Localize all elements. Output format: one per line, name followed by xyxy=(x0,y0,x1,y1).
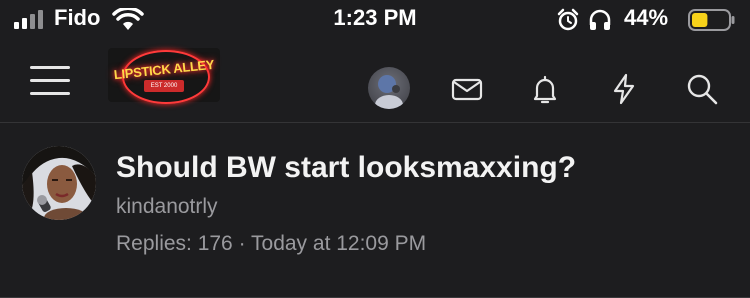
avatar-image xyxy=(375,75,403,109)
headphones-icon xyxy=(589,9,611,30)
status-bar: Fido 1:23 PM 44% xyxy=(0,0,750,38)
thread-title[interactable]: Should BW start looksmaxxing? xyxy=(116,151,576,185)
user-avatar[interactable] xyxy=(368,67,410,109)
battery-icon xyxy=(688,9,735,31)
author-avatar[interactable] xyxy=(22,146,96,220)
author-avatar-image xyxy=(22,146,96,220)
mail-icon[interactable] xyxy=(450,72,484,106)
bell-icon[interactable] xyxy=(528,72,562,106)
logo-est: EST 2000 xyxy=(144,80,184,92)
thread-item[interactable]: Should BW start looksmaxxing? kindanotrl… xyxy=(0,123,750,298)
thread-author[interactable]: kindanotrly xyxy=(116,195,218,219)
thread-meta: Replies: 176 · Today at 12:09 PM xyxy=(116,232,427,255)
bolt-icon[interactable] xyxy=(607,72,641,106)
site-logo[interactable]: LIPSTICK ALLEY EST 2000 xyxy=(108,48,220,104)
search-icon[interactable] xyxy=(685,72,719,106)
app-header: LIPSTICK ALLEY EST 2000 xyxy=(0,38,750,122)
menu-icon[interactable] xyxy=(30,66,74,100)
alarm-icon xyxy=(557,8,579,31)
battery-percent: 44% xyxy=(624,5,669,30)
screen: Fido 1:23 PM 44% LIPSTICK ALLEY EST 2000… xyxy=(0,0,750,298)
